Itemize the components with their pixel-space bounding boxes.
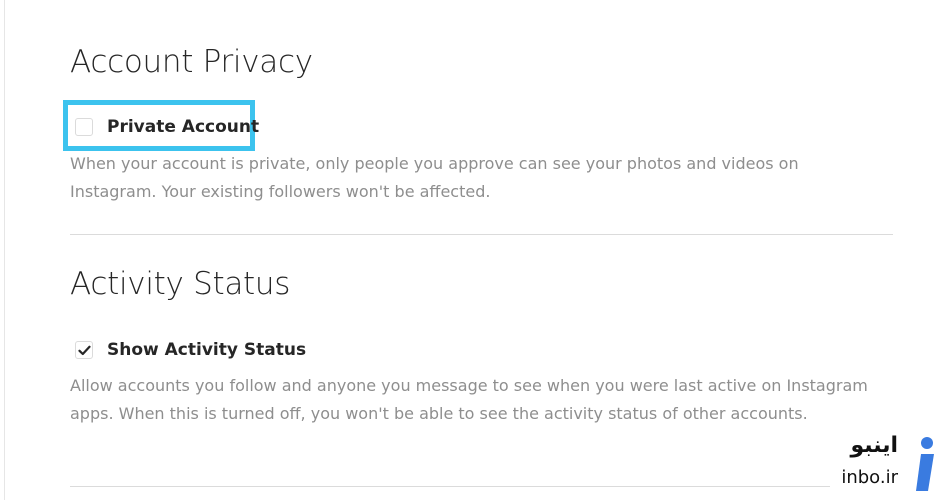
watermark-latin-text: inbo.ir (841, 467, 898, 488)
inbo-logo-icon (916, 437, 934, 491)
show-activity-status-checkbox[interactable] (75, 341, 93, 359)
private-account-description: When your account is private, only peopl… (70, 154, 799, 201)
section-divider (70, 486, 830, 487)
private-account-checkbox[interactable] (75, 118, 93, 136)
checkmark-icon (77, 345, 91, 355)
show-activity-status-option[interactable]: Show Activity Status (75, 340, 306, 360)
account-privacy-heading: Account Privacy (70, 44, 313, 80)
section-divider (70, 234, 893, 235)
private-account-option[interactable]: Private Account (75, 117, 259, 137)
panel-left-border (4, 0, 5, 500)
activity-status-description: Allow accounts you follow and anyone you… (70, 376, 868, 423)
watermark-arabic-text: اینبو (850, 433, 898, 458)
show-activity-status-label: Show Activity Status (107, 340, 307, 360)
activity-status-heading: Activity Status (70, 266, 291, 302)
inbo-watermark: اینبو inbo.ir (828, 433, 940, 495)
private-account-label: Private Account (107, 117, 260, 137)
